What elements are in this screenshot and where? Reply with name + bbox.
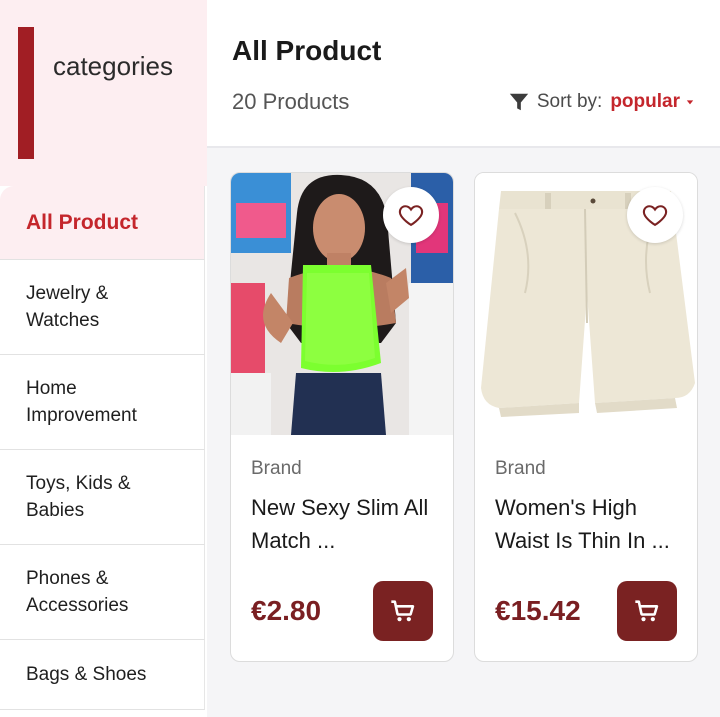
- sidebar-item-all-product[interactable]: All Product: [0, 186, 205, 260]
- sidebar-item-label: Toys, Kids & Babies: [26, 473, 131, 521]
- product-brand: Brand: [495, 458, 546, 479]
- sidebar-item-label: All Product: [26, 211, 139, 234]
- sidebar-accent-bar: [18, 27, 34, 159]
- heart-outline-icon: [398, 205, 424, 227]
- product-brand: Brand: [251, 458, 302, 479]
- category-list: All Product Jewelry & Watches Home Impro…: [0, 186, 207, 710]
- sidebar-item-label: Phones & Accessories: [26, 568, 129, 616]
- filter-icon: [509, 93, 529, 111]
- caret-down-icon: [686, 100, 694, 105]
- favorite-button[interactable]: [627, 187, 683, 243]
- sidebar-item-phones-accessories[interactable]: Phones & Accessories: [0, 545, 205, 640]
- category-sidebar: categories All Product Jewelry & Watches…: [0, 0, 207, 717]
- sidebar-item-label: Jewelry & Watches: [26, 283, 109, 331]
- products-header: All Product 20 Products Sort by: popular: [207, 0, 720, 148]
- product-count: 20 Products: [232, 89, 350, 114]
- sort-label: Sort by:: [536, 91, 603, 112]
- sidebar-item-jewelry-watches[interactable]: Jewelry & Watches: [0, 260, 205, 355]
- sidebar-item-toys-kids-babies[interactable]: Toys, Kids & Babies: [0, 450, 205, 545]
- add-to-cart-button[interactable]: [373, 581, 433, 641]
- product-price: €15.42: [495, 595, 581, 626]
- product-card[interactable]: Brand New Sexy Slim All Match ... €2.80: [230, 172, 454, 662]
- sidebar-item-home-improvement[interactable]: Home Improvement: [0, 355, 205, 450]
- sidebar-item-label: Home Improvement: [26, 378, 137, 426]
- sort-value[interactable]: popular: [610, 91, 680, 113]
- page-title: All Product: [232, 35, 382, 66]
- product-name[interactable]: Women's High Waist Is Thin In ...: [495, 491, 685, 557]
- favorite-button[interactable]: [383, 187, 439, 243]
- sidebar-header: categories: [0, 0, 207, 186]
- product-price: €2.80: [251, 595, 322, 626]
- sidebar-item-label: Bags & Shoes: [26, 664, 147, 685]
- sidebar-title: categories: [53, 51, 173, 81]
- cart-icon: [391, 600, 415, 622]
- add-to-cart-button[interactable]: [617, 581, 677, 641]
- product-name[interactable]: New Sexy Slim All Match ...: [251, 491, 441, 557]
- cart-icon: [635, 600, 659, 622]
- heart-outline-icon: [642, 205, 668, 227]
- sort-control[interactable]: Sort by: popular: [508, 91, 694, 113]
- product-card[interactable]: Brand Women's High Waist Is Thin In ... …: [474, 172, 698, 662]
- sidebar-item-bags-shoes[interactable]: Bags & Shoes: [0, 640, 205, 710]
